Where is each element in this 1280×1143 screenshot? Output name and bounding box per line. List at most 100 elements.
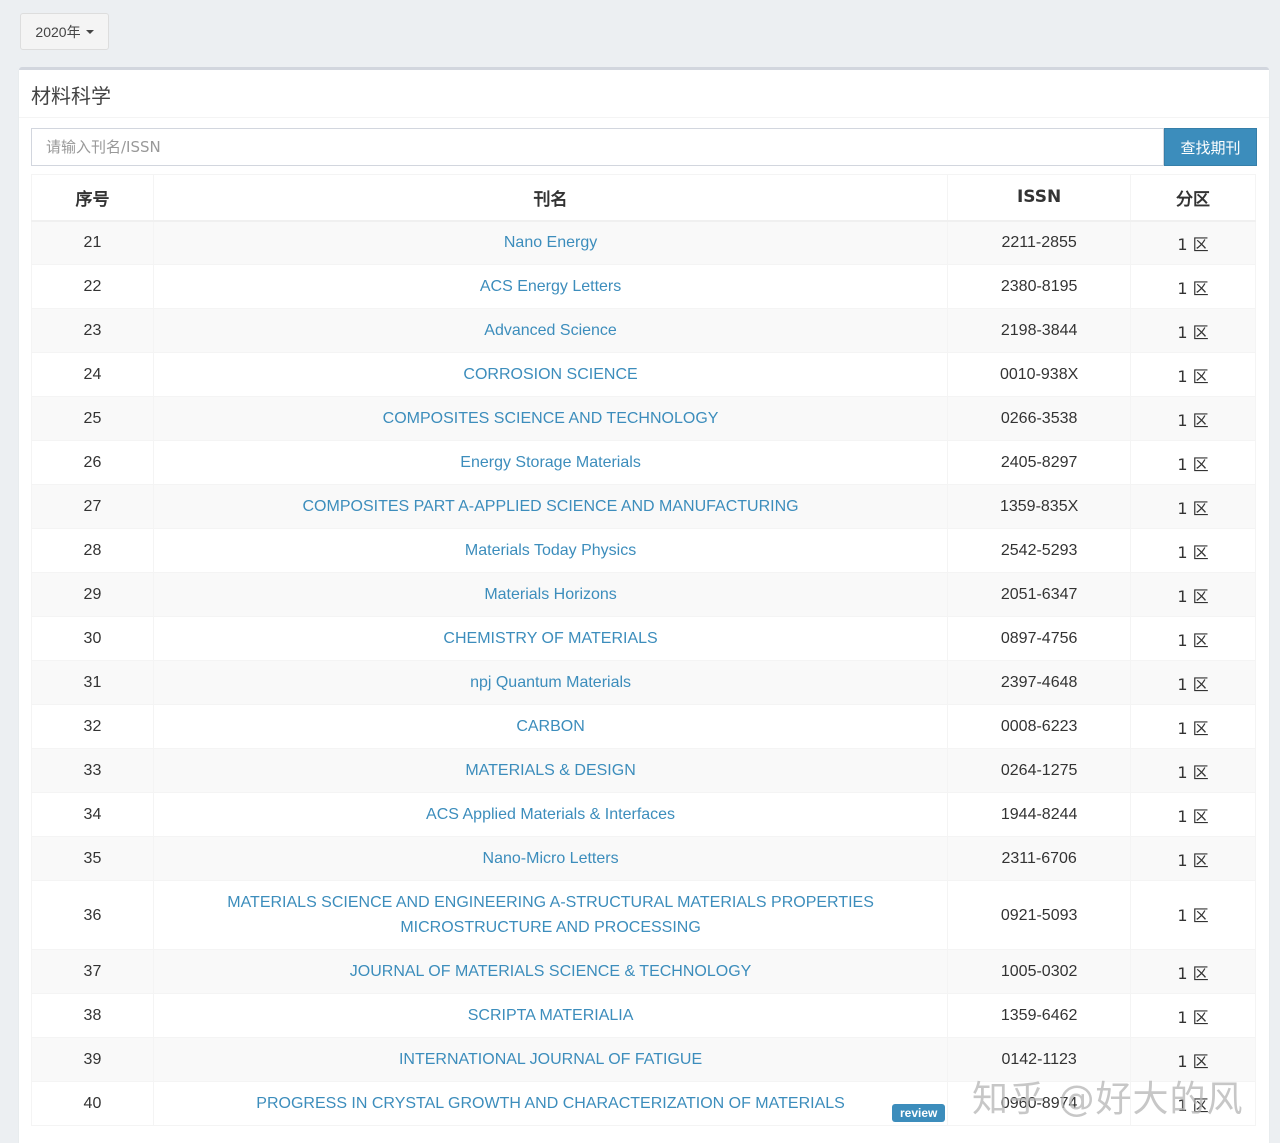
journal-link[interactable]: SCRIPTA MATERIALIA [468, 1007, 634, 1024]
search-journal-button[interactable]: 查找期刊 [1164, 128, 1257, 166]
issn-cell: 2397-4648 [947, 660, 1132, 705]
journal-link[interactable]: INTERNATIONAL JOURNAL OF FATIGUE [399, 1051, 702, 1068]
search-input[interactable] [31, 128, 1164, 166]
table-row: 25 COMPOSITES SCIENCE AND TECHNOLOGY 0266-… [31, 396, 1256, 441]
quartile-cell: 1 区 [1130, 528, 1256, 573]
table-row: 30 CHEMISTRY OF MATERIALS 0897-4756 1 区 [31, 616, 1256, 661]
journal-link[interactable]: COMPOSITES SCIENCE AND TECHNOLOGY [383, 410, 719, 427]
journal-name-cell: SCRIPTA MATERIALIA [152, 993, 949, 1038]
journal-link[interactable]: npj Quantum Materials [470, 674, 631, 691]
quartile-cell: 1 区 [1130, 220, 1256, 265]
quartile-cell: 1 区 [1130, 264, 1256, 309]
table-row: 26 Energy Storage Materials 2405-8297 1 区 [31, 440, 1256, 485]
row-number: 25 [31, 396, 154, 441]
table-row: 24 CORROSION SCIENCE 0010-938X 1 区 [31, 352, 1256, 397]
issn-cell: 1359-835X [947, 484, 1132, 529]
quartile-cell: 1 区 [1130, 993, 1256, 1038]
row-number: 26 [31, 440, 154, 485]
journal-name-cell: npj Quantum Materials [152, 660, 949, 705]
row-number: 29 [31, 572, 154, 617]
journal-name-cell: COMPOSITES PART A-APPLIED SCIENCE AND MA… [152, 484, 949, 529]
issn-cell: 2380-8195 [947, 264, 1132, 309]
journal-name-cell: Materials Today Physics [152, 528, 949, 573]
journal-name-cell: Materials Horizons [152, 572, 949, 617]
journal-name-cell: Energy Storage Materials [152, 440, 949, 485]
table-row: 35 Nano-Micro Letters 2311-6706 1 区 [31, 836, 1256, 881]
issn-cell: 0008-6223 [947, 704, 1132, 749]
issn-cell: 0921-5093 [947, 880, 1132, 950]
quartile-cell: 1 区 [1130, 660, 1256, 705]
header-quartile: 分区 [1130, 174, 1256, 222]
row-number: 36 [31, 880, 154, 950]
caret-down-icon [85, 29, 94, 34]
row-number: 27 [31, 484, 154, 529]
journal-link[interactable]: Nano Energy [504, 234, 597, 251]
quartile-cell: 1 区 [1130, 572, 1256, 617]
issn-cell: 1944-8244 [947, 792, 1132, 837]
issn-cell: 1005-0302 [947, 949, 1132, 994]
journal-list-panel: 材料科学 查找期刊 序号 刊名 ISSN 分区 21 Nano Energy 22 1… [19, 67, 1269, 1143]
quartile-cell: 1 区 [1130, 440, 1256, 485]
journal-table: 序号 刊名 ISSN 分区 21 Nano Energy 2211-2855 1 区2… [31, 174, 1256, 1126]
row-number: 28 [31, 528, 154, 573]
journal-link[interactable]: CHEMISTRY OF MATERIALS [443, 630, 657, 647]
journal-name-cell: ACS Applied Materials & Interfaces [152, 792, 949, 837]
journal-link[interactable]: ACS Energy Letters [480, 278, 621, 295]
table-row: 23 Advanced Science 2198-3844 1 区 [31, 308, 1256, 353]
journal-link[interactable]: Nano-Micro Letters [483, 850, 619, 867]
quartile-cell: 1 区 [1130, 616, 1256, 661]
row-number: 22 [31, 264, 154, 309]
quartile-cell: 1 区 [1130, 748, 1256, 793]
watermark: 知乎 @好大的风 [972, 1079, 1244, 1120]
issn-cell: 2405-8297 [947, 440, 1132, 485]
year-dropdown-button[interactable]: 2020年 [20, 13, 109, 50]
table-row: 22 ACS Energy Letters 2380-8195 1 区 [31, 264, 1256, 309]
journal-name-cell: ACS Energy Letters [152, 264, 949, 309]
table-row: 38 SCRIPTA MATERIALIA 1359-6462 1 区 [31, 993, 1256, 1038]
journal-link[interactable]: Energy Storage Materials [460, 454, 641, 471]
journal-link[interactable]: JOURNAL OF MATERIALS SCIENCE & TECHNOLOG… [350, 963, 752, 980]
table-row: 31 npj Quantum Materials 2397-4648 1 区 [31, 660, 1256, 705]
journal-name-cell: CHEMISTRY OF MATERIALS [152, 616, 949, 661]
journal-link[interactable]: Materials Today Physics [465, 542, 636, 559]
table-row: 34 ACS Applied Materials & Interfaces 1944… [31, 792, 1256, 837]
journal-name-cell: MATERIALS & DESIGN [152, 748, 949, 793]
quartile-cell: 1 区 [1130, 308, 1256, 353]
journal-link[interactable]: COMPOSITES PART A-APPLIED SCIENCE AND MA… [303, 498, 799, 515]
row-number: 24 [31, 352, 154, 397]
table-row: 33 MATERIALS & DESIGN 0264-1275 1 区 [31, 748, 1256, 793]
journal-name-cell: Advanced Science [152, 308, 949, 353]
row-number: 21 [31, 220, 154, 265]
issn-cell: 0266-3538 [947, 396, 1132, 441]
journal-link[interactable]: MATERIALS SCIENCE AND ENGINEERING A-STRU… [227, 894, 874, 936]
issn-cell: 2051-6347 [947, 572, 1132, 617]
journal-name-cell: CORROSION SCIENCE [152, 352, 949, 397]
row-number: 35 [31, 836, 154, 881]
quartile-cell: 1 区 [1130, 704, 1256, 749]
row-number: 31 [31, 660, 154, 705]
issn-cell: 0264-1275 [947, 748, 1132, 793]
table-header-row: 序号 刊名 ISSN 分区 [31, 174, 1256, 222]
issn-cell: 2542-5293 [947, 528, 1132, 573]
header-issn: ISSN [947, 174, 1132, 222]
journal-link[interactable]: PROGRESS IN CRYSTAL GROWTH AND CHARACTER… [256, 1095, 845, 1112]
journal-name-cell: INTERNATIONAL JOURNAL OF FATIGUE [152, 1037, 949, 1082]
row-number: 30 [31, 616, 154, 661]
issn-cell: 2198-3844 [947, 308, 1132, 353]
table-row: 27 COMPOSITES PART A-APPLIED SCIENCE AND … [31, 484, 1256, 529]
journal-link[interactable]: Advanced Science [484, 322, 617, 339]
quartile-cell: 1 区 [1130, 836, 1256, 881]
journal-link[interactable]: CORROSION SCIENCE [463, 366, 637, 383]
panel-title: 材料科学 [19, 70, 1269, 118]
quartile-cell: 1 区 [1130, 484, 1256, 529]
journal-link[interactable]: ACS Applied Materials & Interfaces [426, 806, 675, 823]
row-number: 32 [31, 704, 154, 749]
journal-link[interactable]: CARBON [516, 718, 584, 735]
journal-link[interactable]: Materials Horizons [484, 586, 616, 603]
row-number: 38 [31, 993, 154, 1038]
journal-name-cell: Nano Energy [152, 220, 949, 265]
quartile-cell: 1 区 [1130, 880, 1256, 950]
row-number: 23 [31, 308, 154, 353]
year-dropdown-label: 2020年 [35, 23, 81, 40]
journal-link[interactable]: MATERIALS & DESIGN [465, 762, 635, 779]
